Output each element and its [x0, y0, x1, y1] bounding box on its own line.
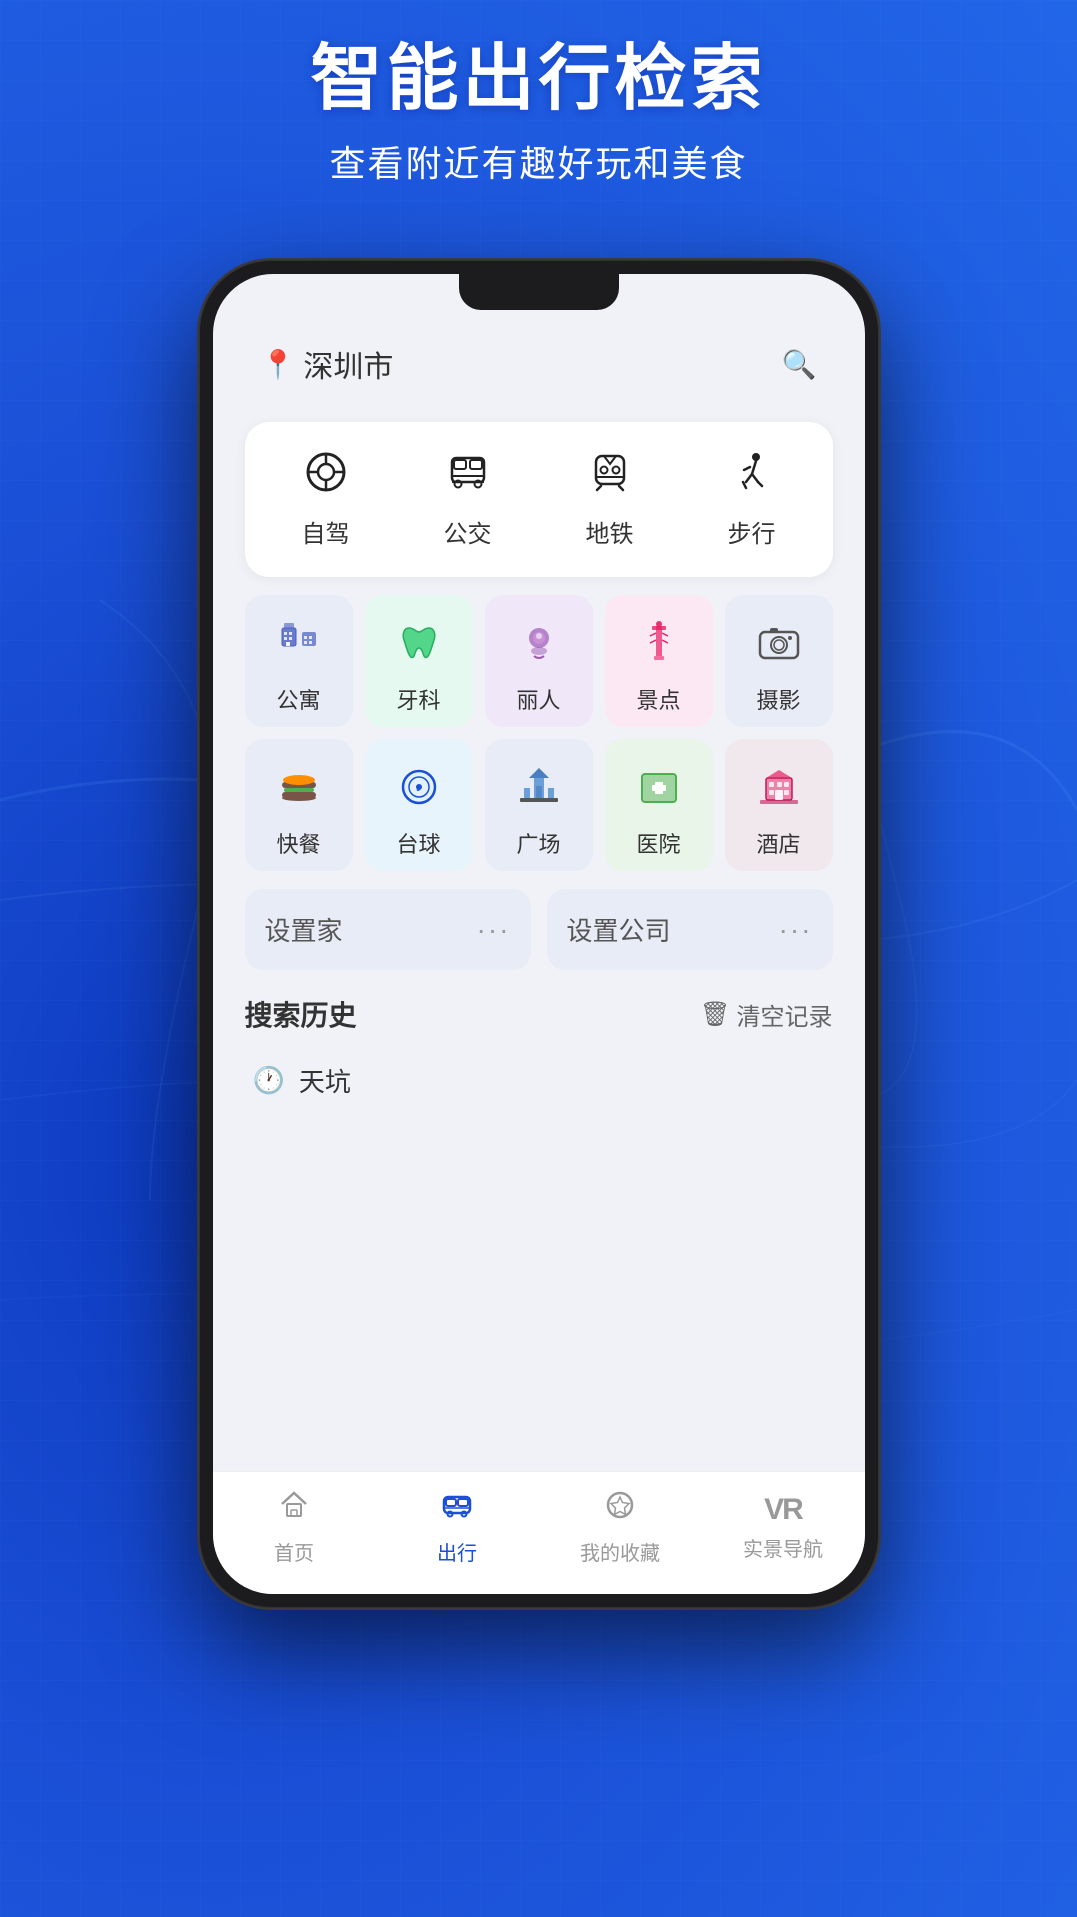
plaza-icon: [509, 757, 569, 817]
drive-label: 自驾: [302, 514, 350, 549]
billiards-label: 台球: [396, 827, 440, 859]
plaza-label: 广场: [516, 827, 560, 859]
city-name: 深圳市: [303, 342, 393, 386]
photo-icon: [749, 613, 809, 673]
scenic-icon: [629, 613, 689, 673]
fastfood-icon: [269, 757, 329, 817]
poi-apartment[interactable]: 公寓: [245, 595, 353, 727]
transport-drive[interactable]: 自驾: [255, 450, 397, 549]
history-item-tiankeng[interactable]: 🕐 天坑: [245, 1050, 833, 1111]
poi-hotel[interactable]: 酒店: [725, 739, 833, 871]
home-options-icon[interactable]: ···: [477, 914, 511, 946]
vr-nav-label: 实景导航: [743, 1533, 823, 1562]
company-options-icon[interactable]: ···: [779, 914, 813, 946]
drive-icon: [304, 450, 348, 502]
vr-nav-icon: VR: [764, 1493, 802, 1527]
favorites-nav-label: 我的收藏: [580, 1537, 660, 1566]
transport-bus[interactable]: 公交: [397, 450, 539, 549]
set-company-button[interactable]: 设置公司 ···: [547, 889, 833, 970]
bus-label: 公交: [444, 514, 492, 549]
location-pin-icon: 📍: [261, 348, 296, 381]
nav-vr[interactable]: VR 实景导航: [702, 1493, 865, 1562]
transport-walk[interactable]: 步行: [681, 450, 823, 549]
history-item-text: 天坑: [299, 1062, 351, 1099]
metro-label: 地铁: [586, 514, 634, 549]
apartment-icon: [269, 613, 329, 673]
phone-notch: [459, 274, 619, 310]
travel-nav-label: 出行: [437, 1537, 477, 1566]
poi-scenic[interactable]: 景点: [605, 595, 713, 727]
clear-history-button[interactable]: 🗑 清空记录: [700, 997, 832, 1032]
phone-screen: 📍 深圳市 🔍: [213, 274, 865, 1594]
phone-outer-shell: 📍 深圳市 🔍: [199, 260, 879, 1608]
poi-fastfood[interactable]: 快餐: [245, 739, 353, 871]
fastfood-label: 快餐: [276, 827, 320, 859]
clear-label: 清空记录: [737, 997, 833, 1032]
hospital-icon: [629, 757, 689, 817]
poi-billiards[interactable]: 9 台球: [365, 739, 473, 871]
nav-home[interactable]: 首页: [213, 1488, 376, 1566]
bottom-nav: 首页 出行: [213, 1471, 865, 1594]
poi-beauty[interactable]: 丽人: [485, 595, 593, 727]
trash-icon: 🗑: [700, 1000, 730, 1029]
history-section-header: 搜索历史 🗑 清空记录: [245, 994, 833, 1034]
location-display[interactable]: 📍 深圳市: [261, 342, 394, 386]
poi-dental[interactable]: 牙科: [365, 595, 473, 727]
history-clock-icon: 🕐: [253, 1065, 285, 1096]
poi-plaza[interactable]: 广场: [485, 739, 593, 871]
hero-section: 智能出行检索 查看附近有趣好玩和美食: [0, 40, 1077, 187]
walk-label: 步行: [728, 514, 776, 549]
home-nav-icon: [277, 1488, 311, 1531]
svg-text:9: 9: [416, 784, 421, 793]
hotel-label: 酒店: [756, 827, 800, 859]
dental-icon: [389, 613, 449, 673]
hero-subtitle: 查看附近有趣好玩和美食: [0, 135, 1077, 187]
hotel-icon: [749, 757, 809, 817]
poi-photo[interactable]: 摄影: [725, 595, 833, 727]
transport-metro[interactable]: 地铁: [539, 450, 681, 549]
travel-nav-icon: [440, 1488, 474, 1531]
hospital-label: 医院: [636, 827, 680, 859]
phone-mockup: 📍 深圳市 🔍: [199, 260, 879, 1608]
walk-icon: [730, 450, 774, 502]
favorites-nav-icon: [603, 1488, 637, 1531]
history-title: 搜索历史: [245, 994, 357, 1034]
set-home-label: 设置家: [265, 911, 343, 948]
phone-content-area: 📍 深圳市 🔍: [213, 274, 865, 1594]
bus-icon: [446, 450, 490, 502]
photo-label: 摄影: [756, 683, 800, 715]
quick-set-row: 设置家 ··· 设置公司 ···: [245, 889, 833, 970]
set-company-label: 设置公司: [567, 911, 671, 948]
search-bar: 📍 深圳市 🔍: [237, 324, 841, 404]
apartment-label: 公寓: [276, 683, 320, 715]
nav-favorites[interactable]: 我的收藏: [539, 1488, 702, 1566]
nav-travel[interactable]: 出行: [376, 1488, 539, 1566]
beauty-label: 丽人: [516, 683, 560, 715]
beauty-icon: [509, 613, 569, 673]
set-home-button[interactable]: 设置家 ···: [245, 889, 531, 970]
poi-hospital[interactable]: 医院: [605, 739, 713, 871]
scenic-label: 景点: [636, 683, 680, 715]
metro-icon: [588, 450, 632, 502]
billiards-icon: 9: [389, 757, 449, 817]
transport-modes-card: 自驾: [245, 422, 833, 577]
dental-label: 牙科: [396, 683, 440, 715]
home-nav-label: 首页: [274, 1537, 314, 1566]
hero-title: 智能出行检索: [0, 40, 1077, 119]
poi-grid: 公寓 牙科: [245, 595, 833, 871]
search-icon-button[interactable]: 🔍: [782, 348, 817, 381]
